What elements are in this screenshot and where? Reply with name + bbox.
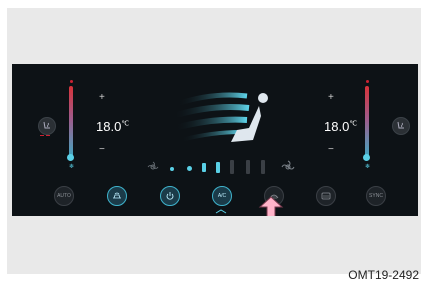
car-recirculation-icon [113, 192, 121, 199]
left-temp-display: 18.0℃ [96, 119, 129, 134]
fan-level-bar [202, 163, 206, 172]
hot-marker [70, 80, 73, 83]
rear-defrost-button[interactable] [316, 186, 336, 206]
ac-button[interactable]: A/C [212, 186, 232, 206]
fan-level-bar [246, 160, 250, 174]
cold-marker: ❄ [69, 164, 75, 170]
airflow-seat-graphic [172, 92, 268, 142]
fan-level-bar [261, 160, 265, 174]
right-temp-knob[interactable] [363, 154, 370, 161]
pointer-arrow-icon [258, 196, 284, 216]
temp-unit: ℃ [121, 120, 130, 128]
fan-low-icon[interactable] [146, 160, 160, 174]
auto-button[interactable]: AUTO [54, 186, 74, 206]
fan-high-icon[interactable] [280, 159, 296, 175]
left-heated-seat-button[interactable] [38, 117, 56, 135]
heated-seat-icon [43, 121, 50, 129]
right-temp-up-button[interactable]: + [328, 92, 334, 103]
left-temp-slider[interactable] [69, 86, 73, 158]
recirculation-button[interactable] [107, 186, 127, 206]
power-icon [166, 192, 174, 200]
left-temp-up-button[interactable]: + [99, 92, 105, 103]
left-temp-knob[interactable] [67, 154, 74, 161]
right-temp-slider[interactable] [365, 86, 369, 158]
rear-defrost-icon [321, 192, 331, 200]
left-temp-value: 18.0 [96, 119, 122, 134]
hot-marker [366, 80, 369, 83]
left-temp-down-button[interactable]: − [99, 144, 105, 155]
power-button[interactable] [160, 186, 180, 206]
chevron-up-icon[interactable] [215, 209, 227, 214]
cold-marker: ❄ [365, 164, 371, 170]
right-temp-display: 18.0℃ [324, 119, 357, 134]
right-temp-value: 18.0 [324, 119, 350, 134]
fan-level-dot [170, 167, 174, 171]
sync-button[interactable]: SYNC [366, 186, 386, 206]
temp-unit: ℃ [349, 120, 358, 128]
fan-level-dot [187, 166, 192, 171]
heated-seat-icon [397, 121, 404, 129]
fan-level-bar [230, 160, 234, 174]
right-heated-seat-button[interactable] [392, 117, 410, 135]
figure-caption: OMT19-2492 [348, 268, 419, 282]
heat-level-indicator [40, 135, 44, 136]
right-temp-down-button[interactable]: − [328, 144, 334, 155]
climate-control-screen: ❄ + 18.0℃ − + 18.0℃ − ❄ AUTO A/C SYNC [12, 64, 418, 216]
heat-level-indicator [46, 135, 50, 136]
fan-level-bar [216, 162, 220, 173]
